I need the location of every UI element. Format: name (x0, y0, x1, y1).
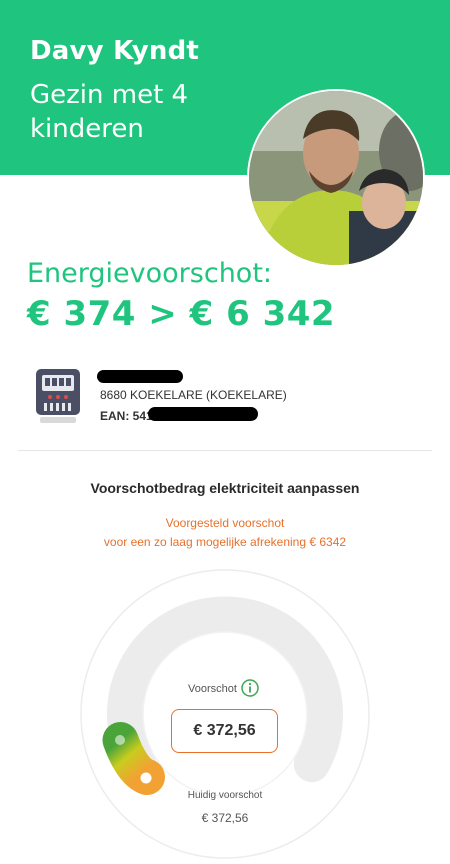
gauge-handle[interactable] (140, 772, 152, 784)
energy-advance-label: Energievoorschot: (27, 258, 273, 289)
customer-name: Davy Kyndt (30, 36, 200, 66)
advance-amount-input[interactable]: € 372,56 (171, 709, 278, 753)
current-advance-label: Huidig voorschot (187, 790, 263, 801)
energy-advance-amount: € 374 > € 6 342 (27, 294, 336, 334)
adjust-title: Voorschotbedrag elektriciteit aanpassen (90, 480, 360, 496)
divider (18, 450, 432, 451)
current-advance-value: € 372,56 (201, 811, 249, 825)
customer-photo (247, 89, 425, 267)
redacted-ean (148, 407, 258, 421)
suggestion-line-2: voor een zo laag mogelijke afrekening € … (103, 535, 347, 549)
suggestion-line-1: Voorgesteld voorschot (165, 516, 285, 530)
customer-subtitle: Gezin met 4 kinderen (30, 80, 189, 144)
redacted-name (97, 370, 183, 383)
electricity-meter-icon (34, 367, 82, 425)
gauge-min-marker (115, 735, 125, 745)
voorschot-label: Voorschot (188, 683, 237, 695)
meter-address: 8680 KOEKELARE (KOEKELARE) (100, 388, 287, 402)
info-icon[interactable] (241, 679, 259, 697)
